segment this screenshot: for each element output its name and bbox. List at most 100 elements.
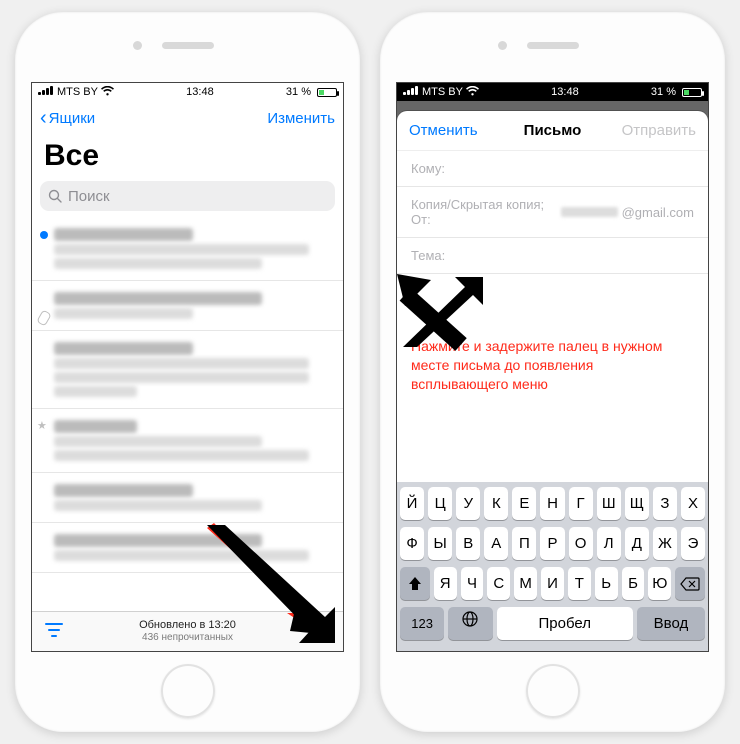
key-Й[interactable]: Й — [400, 487, 424, 520]
battery-percent: 31 % — [286, 86, 311, 98]
key-И[interactable]: И — [541, 567, 564, 600]
search-input[interactable]: Поиск — [40, 181, 335, 211]
text-cursor — [411, 284, 413, 302]
key-С[interactable]: С — [487, 567, 510, 600]
keyboard: ЙЦУКЕНГШЩЗХ ФЫВАПРОЛДЖЭ ЯЧСМИТЬБЮ 123 — [397, 482, 708, 651]
battery-icon — [314, 88, 337, 97]
key-Ш[interactable]: Ш — [597, 487, 621, 520]
screen-compose: MTS BY 13:48 31 % Отменить Письмо Отправ… — [396, 82, 709, 652]
clock: 13:48 — [551, 86, 579, 98]
key-О[interactable]: О — [569, 527, 593, 560]
globe-key[interactable] — [448, 607, 492, 640]
signal-icon — [38, 86, 54, 98]
battery-percent: 31 % — [651, 86, 676, 98]
field-cc-label: Копия/Скрытая копия; От: — [411, 197, 557, 227]
battery-icon — [679, 88, 702, 97]
home-button[interactable] — [161, 664, 215, 718]
key-Ю[interactable]: Ю — [648, 567, 671, 600]
edit-button[interactable]: Изменить — [267, 110, 335, 127]
screen-mail-inbox: MTS BY 13:48 31 % ‹ Ящики Изменить Все П… — [31, 82, 344, 652]
key-У[interactable]: У — [456, 487, 480, 520]
field-subject-label: Тема: — [411, 248, 445, 263]
clock: 13:48 — [186, 86, 214, 98]
phone-camera — [133, 41, 142, 50]
carrier-label: MTS BY — [57, 86, 98, 98]
instruction-text: Нажмите и задержите палец в нужном месте… — [411, 337, 694, 394]
mail-row[interactable] — [32, 523, 343, 573]
nav-bar: ‹ Ящики Изменить — [32, 101, 343, 135]
wifi-icon — [466, 86, 479, 99]
kb-row-4: 123 Пробел Ввод — [400, 607, 705, 640]
key-Т[interactable]: Т — [568, 567, 591, 600]
mail-row[interactable] — [32, 473, 343, 523]
space-key[interactable]: Пробел — [497, 607, 633, 640]
key-Г[interactable]: Г — [569, 487, 593, 520]
kb-row-1: ЙЦУКЕНГШЩЗХ — [400, 487, 705, 520]
field-to[interactable]: Кому: — [397, 151, 708, 187]
kb-row-2: ФЫВАПРОЛДЖЭ — [400, 527, 705, 560]
phone-right: MTS BY 13:48 31 % Отменить Письмо Отправ… — [380, 12, 725, 732]
carrier-label: MTS BY — [422, 86, 463, 98]
key-З[interactable]: З — [653, 487, 677, 520]
back-button[interactable]: ‹ Ящики — [40, 107, 95, 130]
mail-list[interactable] — [32, 217, 343, 647]
send-button[interactable]: Отправить — [622, 122, 696, 139]
home-button[interactable] — [526, 664, 580, 718]
shift-key[interactable] — [400, 567, 430, 600]
key-Ч[interactable]: Ч — [461, 567, 484, 600]
key-П[interactable]: П — [512, 527, 536, 560]
backspace-key[interactable] — [675, 567, 705, 600]
field-from-domain: @gmail.com — [622, 205, 694, 220]
mail-row[interactable] — [32, 217, 343, 281]
phone-left: MTS BY 13:48 31 % ‹ Ящики Изменить Все П… — [15, 12, 360, 732]
field-to-label: Кому: — [411, 161, 445, 176]
status-unread: 436 непрочитанных — [139, 632, 236, 644]
key-Ь[interactable]: Ь — [595, 567, 618, 600]
key-М[interactable]: М — [514, 567, 537, 600]
key-Э[interactable]: Э — [681, 527, 705, 560]
key-Ц[interactable]: Ц — [428, 487, 452, 520]
key-Ы[interactable]: Ы — [428, 527, 452, 560]
key-Щ[interactable]: Щ — [625, 487, 649, 520]
compose-nav: Отменить Письмо Отправить — [397, 111, 708, 151]
key-Р[interactable]: Р — [540, 527, 564, 560]
key-Д[interactable]: Д — [625, 527, 649, 560]
phone-speaker — [527, 42, 579, 49]
filter-button[interactable] — [44, 622, 64, 641]
status-bar: MTS BY 13:48 31 % — [397, 83, 708, 101]
back-label: Ящики — [49, 110, 96, 127]
annotation-arrow — [403, 272, 483, 347]
field-cc-from[interactable]: Копия/Скрытая копия; От: @gmail.com — [397, 187, 708, 238]
wifi-icon — [101, 86, 114, 99]
redacted-email — [561, 207, 617, 217]
key-Н[interactable]: Н — [540, 487, 564, 520]
toolbar: Обновлено в 13:20 436 непрочитанных — [32, 611, 343, 651]
key-Л[interactable]: Л — [597, 527, 621, 560]
signal-icon — [403, 86, 419, 98]
status-bar: MTS BY 13:48 31 % — [32, 83, 343, 101]
page-title: Все — [32, 135, 343, 181]
key-К[interactable]: К — [484, 487, 508, 520]
compose-body[interactable]: Нажмите и задержите палец в нужном месте… — [397, 274, 708, 414]
key-А[interactable]: А — [484, 527, 508, 560]
phone-camera — [498, 41, 507, 50]
field-subject[interactable]: Тема: — [397, 238, 708, 274]
mail-row[interactable] — [32, 281, 343, 331]
cancel-button[interactable]: Отменить — [409, 122, 478, 139]
key-В[interactable]: В — [456, 527, 480, 560]
numbers-key[interactable]: 123 — [400, 607, 444, 640]
return-key[interactable]: Ввод — [637, 607, 705, 640]
compose-sheet: Отменить Письмо Отправить Кому: Копия/Ск… — [397, 111, 708, 651]
phone-speaker — [162, 42, 214, 49]
key-Ж[interactable]: Ж — [653, 527, 677, 560]
key-Б[interactable]: Б — [622, 567, 645, 600]
key-Х[interactable]: Х — [681, 487, 705, 520]
mail-row[interactable] — [32, 331, 343, 409]
mail-row[interactable] — [32, 409, 343, 473]
key-Я[interactable]: Я — [434, 567, 457, 600]
chevron-left-icon: ‹ — [40, 107, 47, 130]
key-Е[interactable]: Е — [512, 487, 536, 520]
search-placeholder: Поиск — [68, 188, 110, 205]
key-Ф[interactable]: Ф — [400, 527, 424, 560]
compose-button[interactable] — [311, 620, 331, 643]
